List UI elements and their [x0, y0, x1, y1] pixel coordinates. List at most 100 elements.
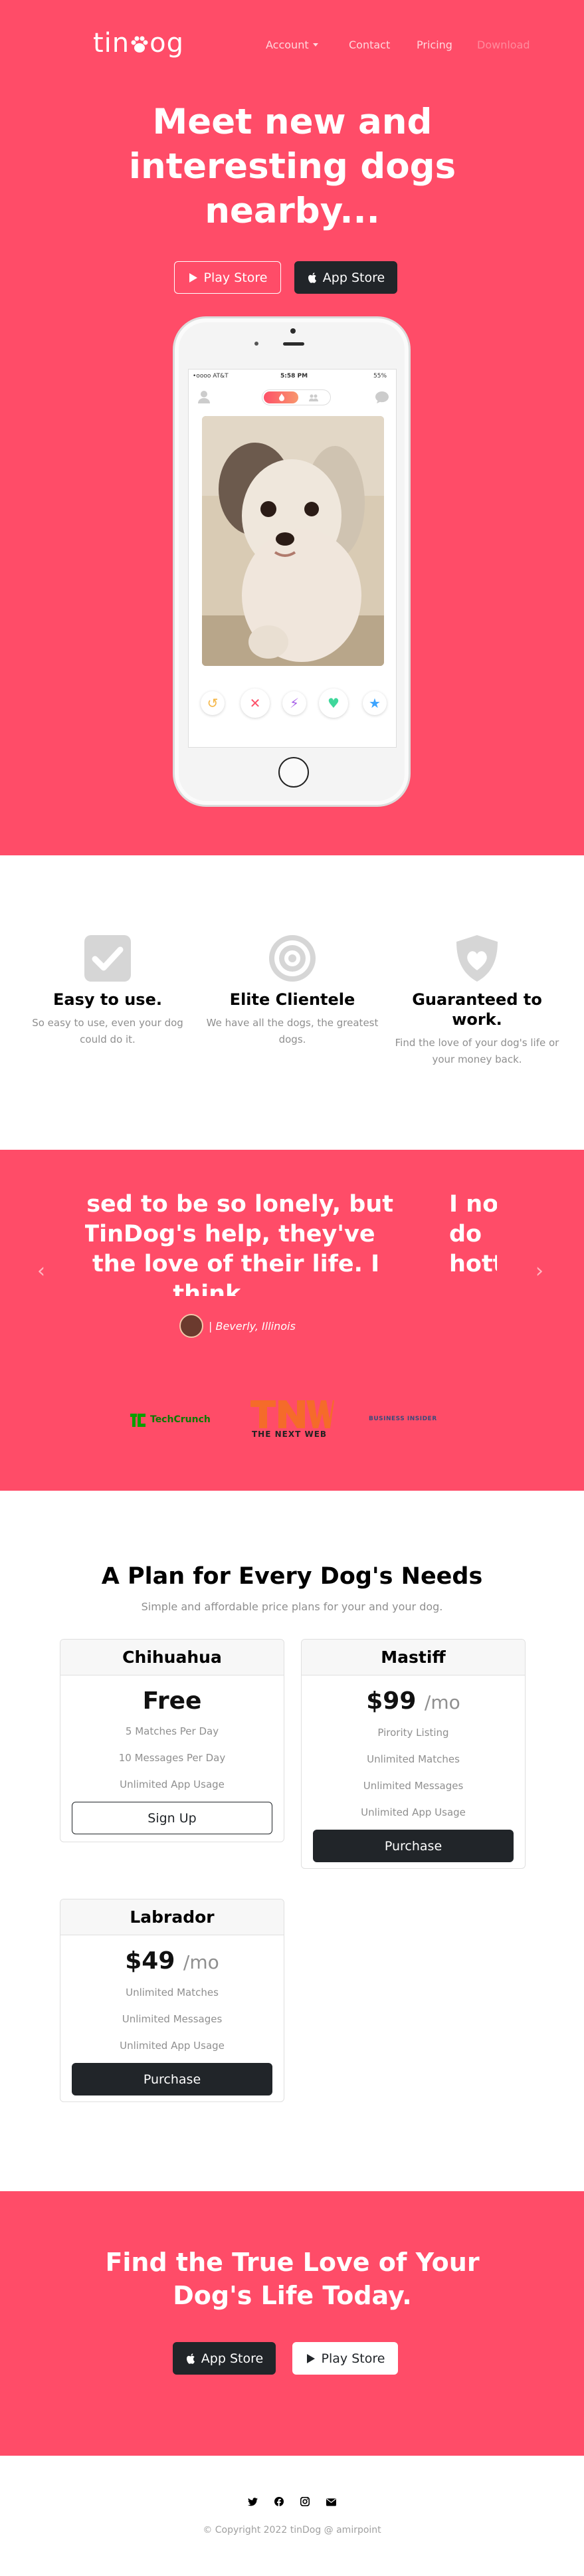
author-name: | Beverly, Illinois — [209, 1319, 296, 1333]
hero-heading: Meet new and interesting dogs nearby... — [128, 102, 456, 231]
plan-card-chihuahua: Chihuahua Free 5 Matches Per Day 10 Mess… — [60, 1639, 284, 1842]
plan-feature: 5 Matches Per Day — [125, 1725, 219, 1737]
nav-download[interactable]: Download — [477, 39, 530, 51]
carousel-prev-button[interactable]: ‹ — [37, 1259, 45, 1283]
paw-icon — [131, 36, 148, 53]
plan-feature: Pirority Listing — [377, 1727, 449, 1739]
phone-sensor — [254, 342, 258, 346]
plan-feature: Unlimited App Usage — [120, 2040, 225, 2052]
status-carrier: •oooo AT&T — [193, 373, 229, 379]
plan-name: Labrador — [60, 1899, 284, 1935]
status-bar: •oooo AT&T 5:58 PM 55% — [189, 370, 396, 383]
cta-heading: Find the True Love of Your Dog's Life To… — [105, 2248, 480, 2310]
apple-icon — [186, 2353, 195, 2364]
like-button[interactable]: ♥ — [319, 689, 348, 718]
plan-feature: Unlimited Messages — [363, 1780, 464, 1792]
plan-body: $99 /mo Pirority Listing Unlimited Match… — [302, 1675, 525, 1862]
pricing-title: A Plan for Every Dog's Needs — [101, 1563, 483, 1590]
plan-feature: Unlimited Matches — [367, 1753, 460, 1765]
heart-shield-icon — [456, 935, 498, 982]
facebook-icon[interactable] — [268, 2497, 290, 2509]
brand-logo[interactable]: tin og — [93, 28, 184, 58]
plan-body: $49 /mo Unlimited Matches Unlimited Mess… — [60, 1935, 284, 2095]
chat-icon[interactable] — [375, 391, 389, 404]
feature-easy: Easy to use. So easy to use, even your d… — [21, 934, 194, 1048]
star-icon: ★ — [369, 695, 381, 711]
cta-app-store-button[interactable]: App Store — [173, 2342, 276, 2375]
twitter-icon[interactable] — [242, 2497, 264, 2509]
rewind-button[interactable]: ↺ — [201, 691, 225, 715]
brand-prefix: tin — [93, 28, 130, 58]
price-value: $49 — [125, 1947, 175, 1975]
plan-feature: Unlimited App Usage — [361, 1806, 466, 1818]
nope-button[interactable]: ✕ — [241, 689, 270, 718]
cta-play-store-label: Play Store — [321, 2351, 385, 2366]
iphone-mockup: •oooo AT&T 5:58 PM 55% ↺ ✕ ⚡ ♥ ★ — [173, 316, 411, 807]
dog-image — [202, 416, 384, 666]
play-store-label: Play Store — [203, 270, 268, 285]
envelope-icon[interactable] — [320, 2497, 342, 2509]
action-buttons: ↺ ✕ ⚡ ♥ ★ — [189, 689, 396, 728]
nav-account-label: Account — [266, 39, 309, 51]
nav-pricing[interactable]: Pricing — [417, 39, 452, 51]
app-store-label: App Store — [322, 270, 385, 285]
status-time: 5:58 PM — [280, 373, 308, 379]
mode-toggle[interactable] — [262, 389, 331, 405]
plan-feature: Unlimited Matches — [126, 1986, 219, 1998]
techcrunch-text: TechCrunch — [150, 1414, 211, 1425]
techcrunch-logo: TechCrunch — [130, 1412, 220, 1431]
plan-name: Mastiff — [302, 1640, 525, 1675]
boost-button[interactable]: ⚡ — [282, 691, 306, 715]
avatar — [179, 1314, 203, 1338]
phone-screen: •oooo AT&T 5:58 PM 55% ↺ ✕ ⚡ ♥ ★ — [188, 369, 397, 748]
testimonial-carousel: og used to be so lonely, but th TinDog's… — [85, 1190, 497, 1296]
nav-account[interactable]: Account — [266, 39, 318, 51]
app-header — [189, 385, 396, 408]
plan-body: Free 5 Matches Per Day 10 Messages Per D… — [60, 1675, 284, 1834]
plan-price: $99 /mo — [302, 1685, 525, 1719]
super-like-button[interactable]: ★ — [363, 691, 387, 715]
plan-price: $49 /mo — [60, 1945, 284, 1979]
tnw-text: THE NEXT WEB — [252, 1430, 328, 1439]
x-icon: ✕ — [249, 695, 261, 711]
dog-photo[interactable] — [202, 416, 384, 666]
instagram-icon[interactable] — [294, 2496, 316, 2509]
chevron-left-icon: ‹ — [37, 1259, 45, 1283]
caret-down-icon — [312, 43, 318, 47]
plan-feature: Unlimited Messages — [122, 2013, 223, 2025]
social-links — [0, 2496, 584, 2509]
purchase-button[interactable]: Purchase — [72, 2063, 272, 2095]
nav-contact[interactable]: Contact — [349, 39, 390, 51]
pricing-subtitle: Simple and affordable price plans for yo… — [141, 1600, 443, 1613]
plan-card-mastiff: Mastiff $99 /mo Pirority Listing Unlimit… — [301, 1639, 526, 1869]
plan-price: Free — [60, 1685, 284, 1718]
undo-icon: ↺ — [207, 695, 219, 711]
play-icon — [189, 272, 197, 282]
group-icon — [309, 394, 318, 401]
status-battery: 55% — [373, 373, 387, 379]
carousel-next-button[interactable]: › — [535, 1259, 543, 1283]
play-icon — [306, 2353, 315, 2363]
testimonial-author: | Beverly, Illinois — [179, 1314, 392, 1338]
feature-elite: Elite Clientele We have all the dogs, th… — [206, 934, 379, 1048]
sign-up-label: Sign Up — [147, 1810, 197, 1826]
feature-title: Easy to use. — [53, 990, 162, 1009]
purchase-button[interactable]: Purchase — [313, 1830, 514, 1862]
play-store-button[interactable]: Play Store — [174, 261, 281, 294]
copyright-text: © Copyright 2022 tinDog @ amirpoint — [203, 2525, 381, 2535]
flame-icon — [279, 393, 284, 401]
feature-title: Guaranteed to work. — [412, 990, 542, 1029]
plan-card-labrador: Labrador $49 /mo Unlimited Matches Unlim… — [60, 1899, 284, 2102]
plan-name: Chihuahua — [60, 1640, 284, 1675]
app-store-button[interactable]: App Store — [294, 261, 397, 294]
price-period: /mo — [183, 1951, 219, 1973]
profile-icon[interactable] — [197, 389, 211, 404]
testimonials-section: og used to be so lonely, but th TinDog's… — [0, 1150, 584, 1491]
cta-play-store-button[interactable]: Play Store — [292, 2342, 398, 2375]
feature-text: So easy to use, even your dog could do i… — [32, 1017, 183, 1045]
phone-camera — [290, 328, 296, 334]
sign-up-button[interactable]: Sign Up — [72, 1802, 272, 1834]
cta-app-store-label: App Store — [201, 2351, 264, 2366]
cta-section: Find the True Love of Your Dog's Life To… — [0, 2191, 584, 2456]
phone-home-button — [278, 757, 309, 788]
